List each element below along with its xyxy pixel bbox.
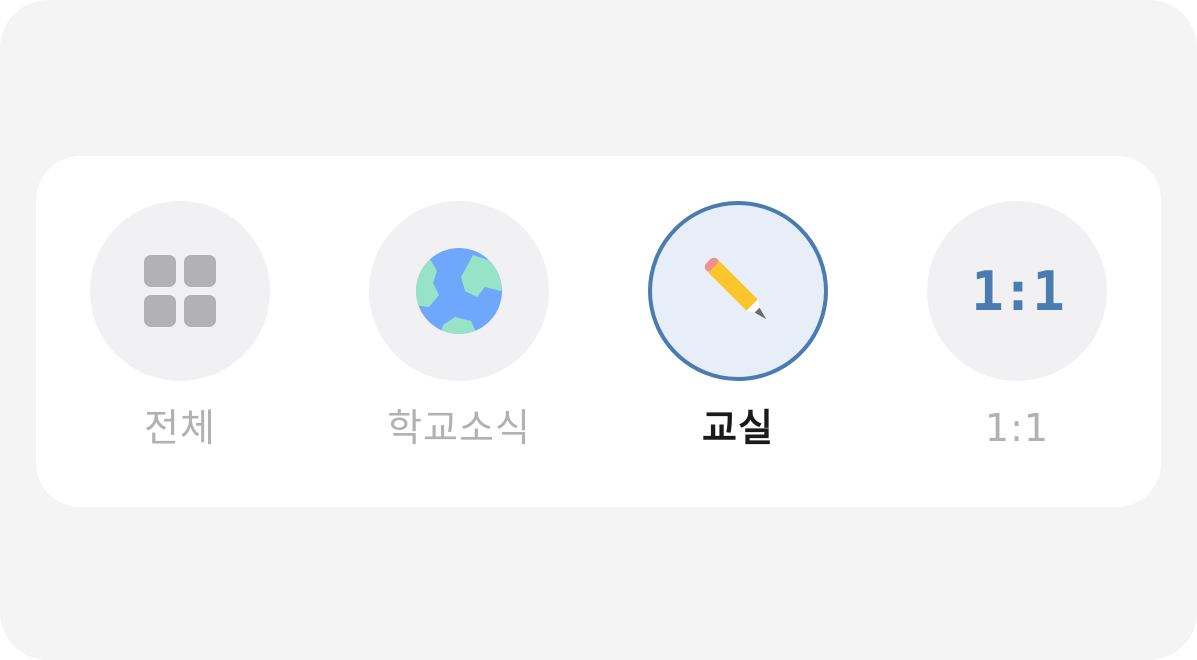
tab-one-to-one-label: 1:1 xyxy=(984,406,1050,450)
tab-classroom[interactable]: 교실 xyxy=(648,201,828,453)
grid-icon xyxy=(144,255,216,327)
tab-classroom-icon-circle xyxy=(648,201,828,381)
tab-school-news-icon-circle xyxy=(369,201,549,381)
tab-classroom-label: 교실 xyxy=(702,406,774,450)
tab-all-label: 전체 xyxy=(144,406,216,450)
one-to-one-icon: 1:1 xyxy=(971,259,1065,323)
tab-all[interactable]: 전체 xyxy=(90,201,270,453)
category-tab-bar: 전체 학교소식 교실 1:1 1:1 xyxy=(36,156,1161,507)
tab-one-to-one-icon-circle: 1:1 xyxy=(927,201,1107,381)
pencil-icon xyxy=(704,257,767,320)
tab-school-news[interactable]: 학교소식 xyxy=(369,201,549,453)
tab-all-icon-circle xyxy=(90,201,270,381)
globe-icon xyxy=(416,248,502,334)
app-frame: 전체 학교소식 교실 1:1 1:1 xyxy=(0,0,1197,660)
tab-one-to-one[interactable]: 1:1 1:1 xyxy=(927,201,1107,453)
tab-school-news-label: 학교소식 xyxy=(387,406,531,450)
